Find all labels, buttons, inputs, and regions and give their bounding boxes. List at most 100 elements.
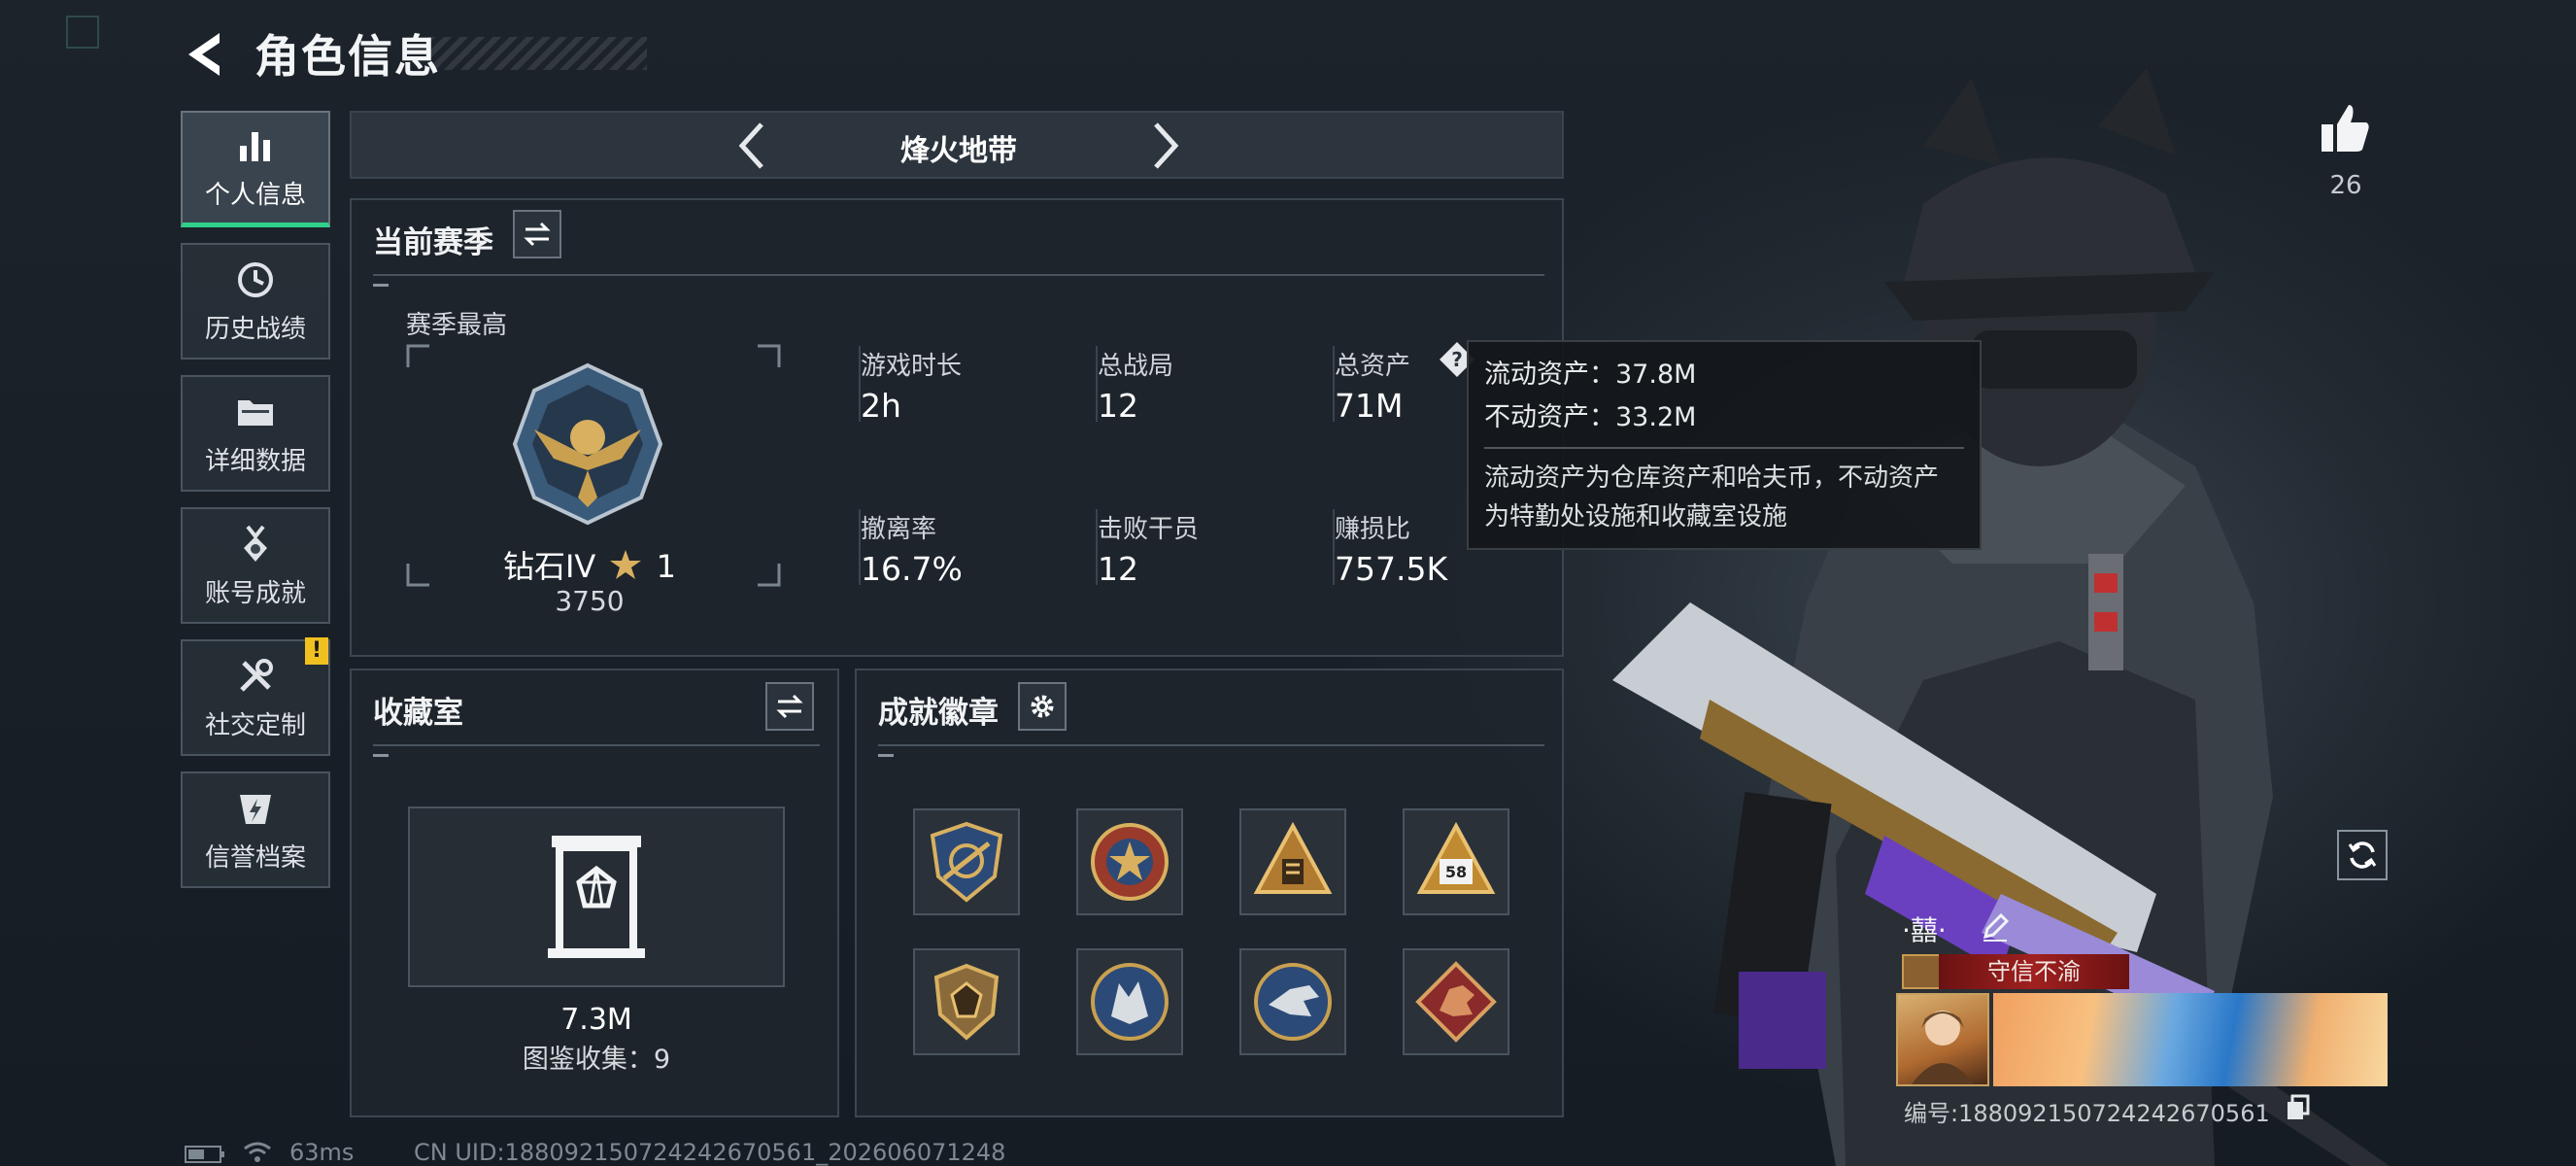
section-divider bbox=[373, 274, 1544, 276]
sidebar-item-detailed-data[interactable]: 详细数据 bbox=[181, 375, 330, 492]
stat-label-total-matches: 总战局 bbox=[1098, 352, 1174, 381]
tooltip-description-line1: 流动资产为仓库资产和哈夫币，不动资产 bbox=[1484, 463, 1940, 493]
history-clock-icon bbox=[238, 261, 273, 297]
tooltip-description-line2: 为特勤处设施和收藏室设施 bbox=[1484, 502, 1788, 532]
refresh-icon bbox=[2348, 841, 2377, 869]
achievement-badge-pyramid[interactable] bbox=[1239, 808, 1346, 915]
sidebar-item-achievements[interactable]: 账号成就 bbox=[181, 507, 330, 624]
diamond-rank-emblem-icon bbox=[512, 362, 663, 526]
stat-label-operators-defeated: 击败干员 bbox=[1098, 515, 1200, 544]
thumbs-up-icon[interactable] bbox=[2318, 101, 2372, 155]
title-emblem bbox=[1902, 954, 1941, 989]
notification-badge: ! bbox=[305, 637, 328, 665]
ping-value: 63ms bbox=[289, 1139, 355, 1166]
sidebar-item-label: 历史战绩 bbox=[204, 314, 306, 344]
player-uid: 编号:188092150724242670561 bbox=[1904, 1100, 2270, 1127]
achievement-badge-shield-compass[interactable] bbox=[913, 808, 1020, 915]
divider-tick bbox=[878, 754, 894, 757]
sidebar-item-label: 个人信息 bbox=[204, 181, 306, 210]
stat-value-total-assets: 71M bbox=[1335, 387, 1404, 425]
stat-value-extraction-rate: 16.7% bbox=[861, 550, 963, 588]
section-divider bbox=[373, 744, 820, 746]
player-name: ·囍· bbox=[1902, 914, 1947, 946]
svg-text:58: 58 bbox=[1445, 863, 1467, 881]
sidebar-item-label: 信誉档案 bbox=[204, 842, 306, 873]
star-icon bbox=[610, 550, 642, 579]
tooltip-fixed-assets: 不动资产：33.2M bbox=[1484, 402, 1697, 432]
wifi-icon bbox=[244, 1142, 271, 1162]
stat-label-total-assets: 总资产 bbox=[1335, 352, 1411, 381]
sidebar-item-label: 社交定制 bbox=[204, 710, 306, 740]
collection-preview-frame[interactable] bbox=[408, 806, 785, 987]
svg-text:?: ? bbox=[1451, 348, 1463, 371]
lightning-shield-icon bbox=[240, 794, 271, 824]
sidebar-item-reputation[interactable]: 信誉档案 bbox=[181, 772, 330, 888]
collection-room-panel: 收藏室 7.3M 图鉴收集：9 bbox=[350, 669, 839, 1117]
stat-label-extraction-rate: 撤离率 bbox=[861, 515, 937, 544]
eagle-roundel-badge-icon bbox=[1254, 963, 1332, 1041]
divider-tick bbox=[373, 754, 389, 757]
collection-count: 图鉴收集：9 bbox=[522, 1045, 671, 1075]
player-title-badge: 守信不渝 bbox=[1939, 954, 2129, 989]
achievements-section-title: 成就徽章 bbox=[878, 696, 999, 731]
achievement-badge-star-roundel[interactable] bbox=[1076, 808, 1183, 915]
collection-cabinet-icon bbox=[548, 836, 645, 958]
tooltip-divider bbox=[1484, 447, 1964, 449]
next-mode-chevron-icon[interactable] bbox=[1146, 120, 1185, 171]
collection-switch-button[interactable] bbox=[765, 682, 814, 731]
rank-points: 3750 bbox=[555, 585, 625, 617]
edit-pencil-icon[interactable] bbox=[1980, 911, 2011, 943]
current-season-panel: 当前赛季 赛季最高 钻石IV 1 3750 游戏时长 2h 总战局 12 总资产 bbox=[350, 198, 1564, 657]
achievement-badge-dragon-diamond[interactable] bbox=[1403, 948, 1509, 1055]
shield-compass-badge-icon bbox=[930, 821, 1003, 903]
mode-title: 烽火地带 bbox=[900, 134, 1017, 168]
stat-label-playtime: 游戏时长 bbox=[861, 352, 963, 381]
swap-arrows-icon bbox=[524, 222, 551, 247]
mode-selector: 烽火地带 bbox=[350, 111, 1564, 179]
stat-value-playtime: 2h bbox=[861, 387, 901, 425]
refresh-button[interactable] bbox=[2337, 830, 2388, 880]
avatar-portrait-icon bbox=[1912, 1011, 1974, 1084]
stat-value-operators-defeated: 12 bbox=[1098, 550, 1138, 588]
achievement-badge-wolf-roundel[interactable] bbox=[1076, 948, 1183, 1055]
battery-icon bbox=[185, 1146, 224, 1163]
stat-value-profit-loss-ratio: 757.5K bbox=[1335, 550, 1448, 588]
achievement-badge-warning-58[interactable]: 58 bbox=[1403, 808, 1509, 915]
copy-icon[interactable] bbox=[2285, 1094, 2312, 1121]
rank-name: 钻石IV bbox=[502, 548, 596, 585]
dragon-diamond-badge-icon bbox=[1415, 961, 1497, 1043]
sidebar-item-personal-info[interactable]: 个人信息 bbox=[181, 111, 330, 227]
divider-tick bbox=[373, 284, 389, 287]
achievement-badge-gem-shield[interactable] bbox=[913, 948, 1020, 1055]
footer-uid: CN UID:188092150724242670561_20260607124… bbox=[414, 1139, 1006, 1166]
star-roundel-badge-icon bbox=[1091, 823, 1169, 901]
achievement-badges-panel: 成就徽章 58 bbox=[855, 669, 1564, 1117]
stat-label-profit-loss-ratio: 赚损比 bbox=[1335, 515, 1411, 544]
medal-icon bbox=[244, 525, 267, 562]
sidebar-item-history[interactable]: 历史战绩 bbox=[181, 243, 330, 360]
sidebar-item-social-customize[interactable]: 社交定制 ! bbox=[181, 637, 330, 756]
rank-name-row: 钻石IV 1 bbox=[445, 542, 734, 587]
season-section-title: 当前赛季 bbox=[373, 225, 493, 260]
sidebar-item-label: 账号成就 bbox=[204, 578, 306, 608]
tools-icon bbox=[240, 658, 273, 692]
season-best-label: 赛季最高 bbox=[406, 311, 508, 340]
section-divider bbox=[878, 744, 1544, 746]
wolf-roundel-badge-icon bbox=[1091, 963, 1169, 1041]
achievement-badge-eagle-roundel[interactable] bbox=[1239, 948, 1346, 1055]
player-avatar[interactable] bbox=[1896, 993, 1989, 1086]
sidebar-item-label: 详细数据 bbox=[204, 446, 306, 476]
player-banner[interactable] bbox=[1993, 993, 2388, 1086]
bar-chart-icon bbox=[240, 132, 270, 161]
achievements-settings-button[interactable] bbox=[1018, 682, 1067, 731]
collection-section-title: 收藏室 bbox=[373, 696, 463, 731]
warning-58-badge-icon: 58 bbox=[1416, 821, 1496, 894]
stat-value-total-matches: 12 bbox=[1098, 387, 1138, 425]
back-arrow-icon[interactable] bbox=[181, 27, 227, 82]
title-stripes-decoration bbox=[427, 37, 647, 70]
corner-decoration bbox=[66, 16, 99, 49]
assets-tooltip: 流动资产：37.8M 不动资产：33.2M 流动资产为仓库资产和哈夫币，不动资产… bbox=[1467, 340, 1982, 550]
swap-arrows-icon bbox=[776, 694, 803, 719]
season-switch-button[interactable] bbox=[513, 210, 561, 258]
gear-icon bbox=[1031, 695, 1054, 718]
